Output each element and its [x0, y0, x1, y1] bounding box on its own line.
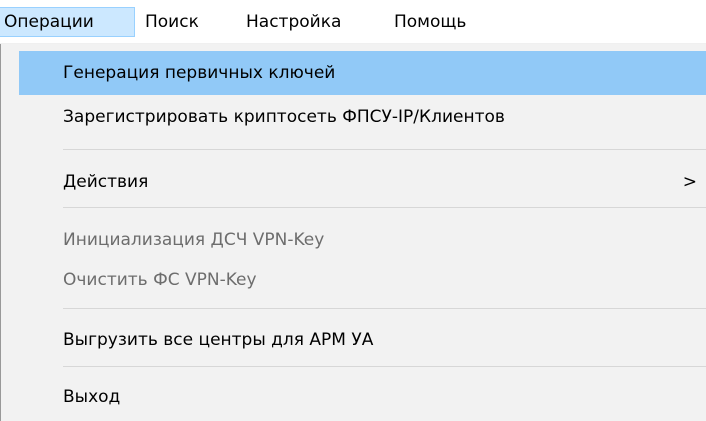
menu-item-generate-primary-keys[interactable]: Генерация первичных ключей	[19, 51, 706, 95]
menu-operations[interactable]: Операции	[0, 7, 135, 37]
menu-item-exit[interactable]: Выход	[19, 375, 706, 419]
menu-separator	[63, 207, 706, 208]
menu-item-init-rng-vpn-key: Инициализация ДСЧ VPN-Key	[19, 218, 706, 262]
menu-separator	[63, 149, 706, 150]
menu-bar: Операции Поиск Настройка Помощь	[0, 0, 706, 44]
operations-dropdown: Генерация первичных ключей Зарегистриров…	[0, 44, 706, 421]
menu-search[interactable]: Поиск	[136, 7, 208, 37]
menu-item-clear-fs-vpn-key: Очистить ФС VPN-Key	[19, 258, 706, 302]
submenu-chevron-right-icon: >	[682, 172, 697, 192]
menu-item-label: Инициализация ДСЧ VPN-Key	[63, 230, 325, 250]
menu-item-actions[interactable]: Действия >	[19, 160, 706, 204]
menu-item-label: Генерация первичных ключей	[63, 63, 336, 83]
menu-item-register-crypto-network[interactable]: Зарегистрировать криптосеть ФПСУ-IP/Клие…	[19, 95, 706, 139]
menu-separator	[63, 308, 706, 309]
menu-help[interactable]: Помощь	[385, 7, 475, 37]
menu-item-export-all-centers[interactable]: Выгрузить все центры для АРМ УА	[19, 318, 706, 362]
menu-separator	[63, 366, 706, 367]
menu-item-label: Зарегистрировать криптосеть ФПСУ-IP/Клие…	[63, 107, 505, 127]
menu-item-label: Выход	[63, 387, 121, 407]
menu-item-label: Действия	[63, 172, 149, 192]
menu-item-label: Очистить ФС VPN-Key	[63, 270, 257, 290]
menu-settings[interactable]: Настройка	[237, 7, 350, 37]
menu-item-label: Выгрузить все центры для АРМ УА	[63, 330, 374, 350]
